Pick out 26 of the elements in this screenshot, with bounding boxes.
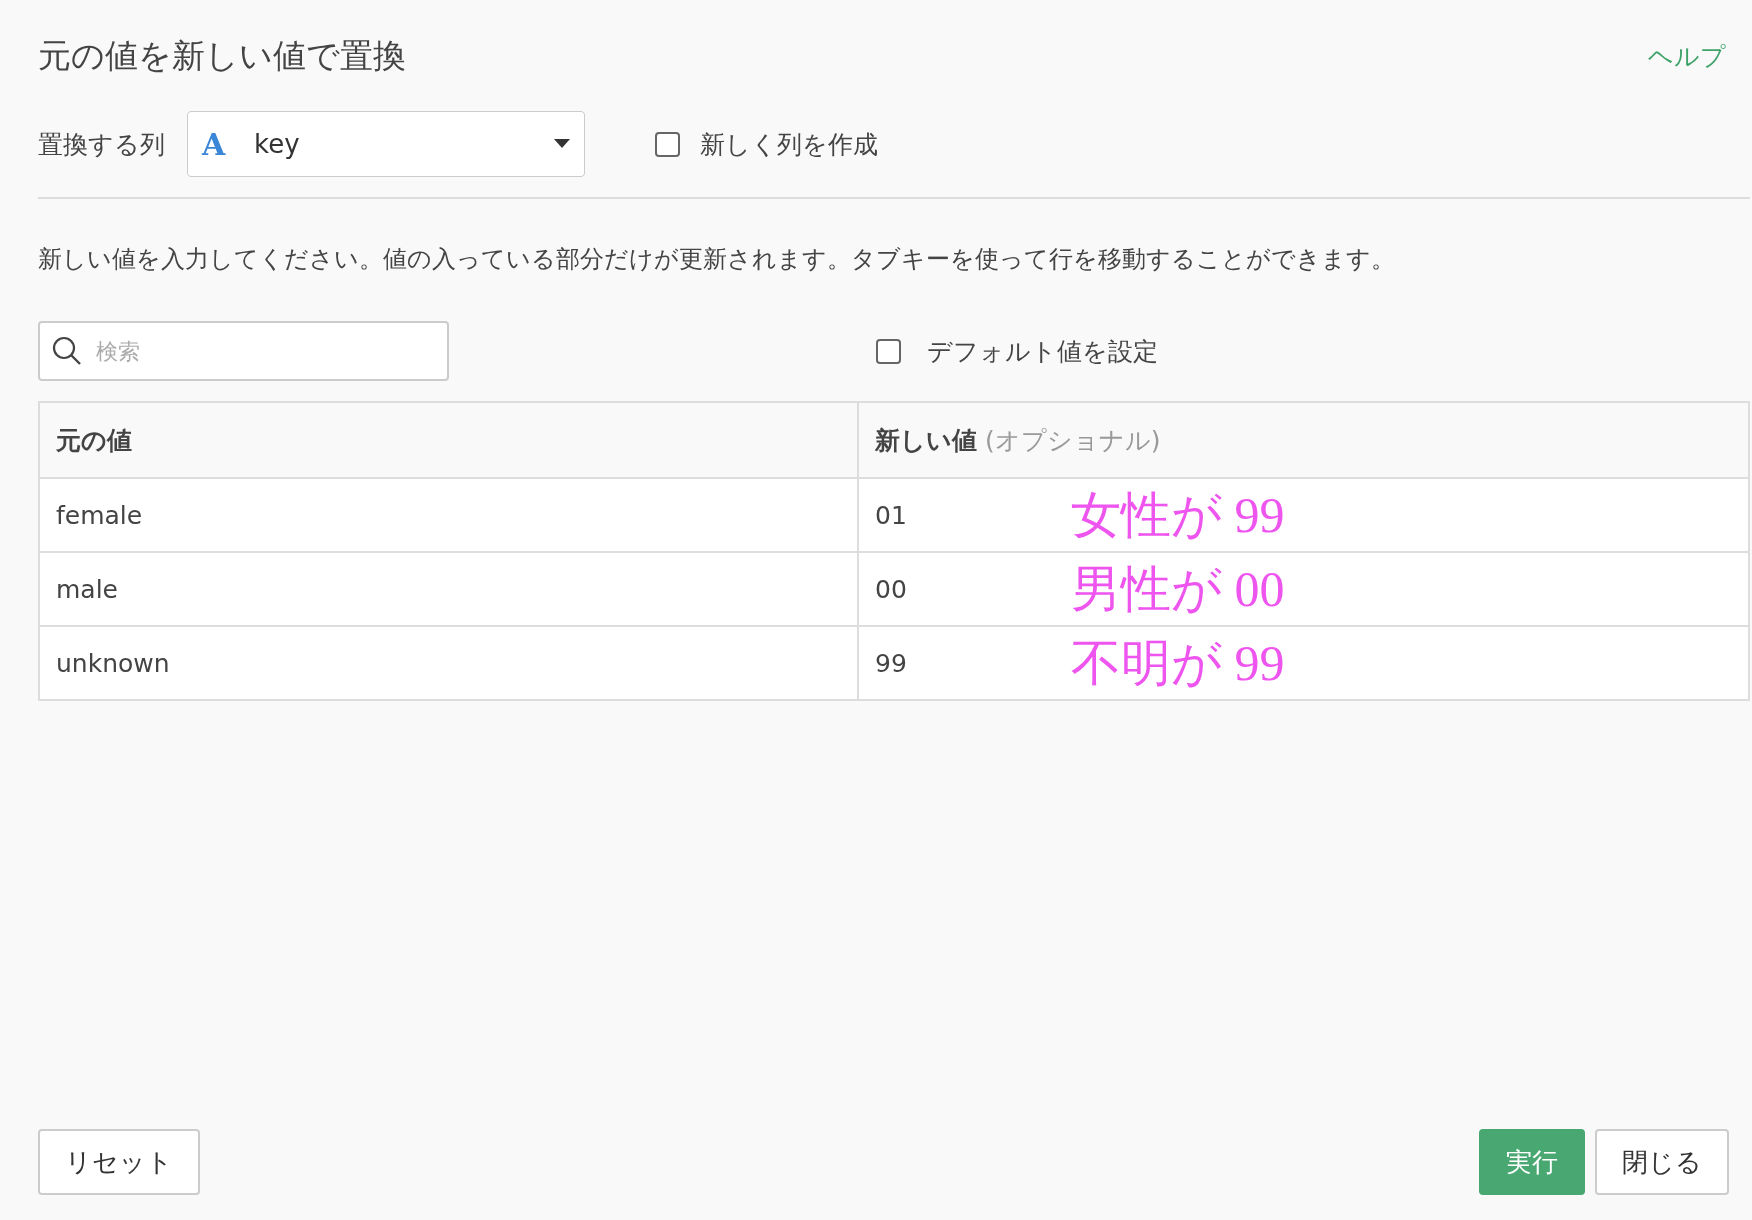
column-select[interactable]: A key	[187, 111, 585, 177]
value-cell-text[interactable]: 99	[875, 648, 1071, 678]
annotation-text: 不明が 99	[1071, 633, 1285, 693]
caret-icon	[554, 139, 570, 149]
column-header-note: (オプショナル)	[985, 424, 1161, 457]
instruction-text: 新しい値を入力してください。値の入っている部分だけが更新されます。タブキーを使って行を移動することができます。	[38, 244, 1396, 275]
table-cell: male	[56, 574, 118, 604]
column-header: 新しい値	[875, 424, 977, 457]
table-cell: female	[56, 500, 143, 530]
annotation-text: 女性が 99	[1071, 485, 1285, 545]
text-type-icon: A	[202, 126, 254, 162]
dialog-title: 元の値を新しい値で置換	[38, 35, 406, 77]
value-cell-text[interactable]: 00	[875, 574, 1071, 604]
table-cell: unknown	[56, 648, 170, 678]
column-label: 置換する列	[38, 128, 165, 161]
value-cell-text[interactable]: 01	[875, 500, 1071, 530]
column-header: 元の値	[56, 424, 132, 457]
reset-button[interactable]: リセット	[38, 1129, 200, 1195]
checkbox[interactable]	[655, 131, 680, 157]
checkbox-label: デフォルト値を設定	[927, 335, 1158, 368]
search-field[interactable]: 検索	[38, 321, 449, 381]
checkbox-label: 新しく列を作成	[700, 128, 878, 161]
checkbox[interactable]	[876, 338, 901, 364]
close-button[interactable]: 閉じる	[1595, 1129, 1729, 1195]
search-icon	[52, 336, 82, 366]
annotation-text: 男性が 00	[1071, 559, 1285, 619]
